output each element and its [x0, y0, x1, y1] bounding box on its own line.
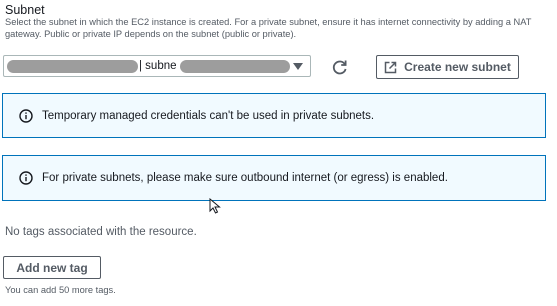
add-new-tag-button[interactable]: Add new tag [3, 256, 101, 279]
tags-limit-hint: You can add 50 more tags. [5, 285, 116, 295]
refresh-button[interactable] [329, 56, 351, 78]
create-new-subnet-label: Create new subnet [404, 60, 511, 74]
info-icon [19, 171, 33, 185]
caret-down-icon [293, 63, 303, 70]
subnet-select-value: | subne [139, 60, 177, 72]
external-link-icon [384, 61, 397, 73]
mouse-cursor-icon [209, 197, 221, 219]
subnet-label: Subnet [5, 3, 45, 17]
redacted-subnet-name [180, 60, 290, 73]
no-tags-text: No tags associated with the resource. [5, 226, 197, 238]
redacted-subnet-id [7, 60, 138, 73]
alert-message: For private subnets, please make sure ou… [42, 172, 448, 184]
create-new-subnet-button[interactable]: Create new subnet [376, 55, 519, 79]
private-subnet-egress-alert: For private subnets, please make sure ou… [2, 155, 546, 201]
subnet-select[interactable]: | subne [3, 55, 311, 77]
private-subnet-credentials-alert: Temporary managed credentials can't be u… [2, 93, 546, 138]
subnet-description: Select the subnet in which the EC2 insta… [5, 17, 532, 39]
refresh-icon [332, 60, 347, 75]
add-new-tag-label: Add new tag [16, 260, 88, 275]
info-icon [19, 108, 33, 123]
alert-message: Temporary managed credentials can't be u… [42, 109, 375, 122]
